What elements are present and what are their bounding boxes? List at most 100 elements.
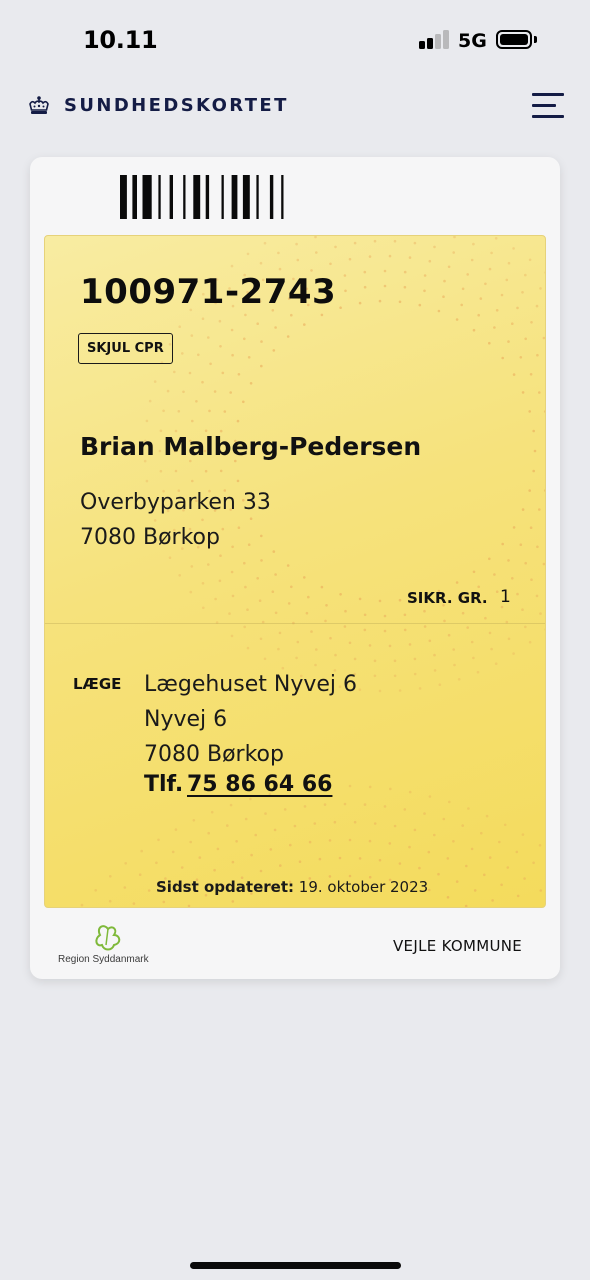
doctor-clinic: Lægehuset Nyvej 6 — [144, 672, 357, 697]
pattern-dot — [490, 647, 493, 651]
pattern-dot — [278, 267, 282, 271]
pattern-dot — [437, 309, 441, 313]
pattern-dot — [378, 299, 382, 303]
pattern-dot — [511, 577, 514, 580]
pattern-dot — [145, 479, 149, 483]
pattern-dot — [521, 291, 524, 294]
pattern-dot — [488, 856, 492, 859]
pattern-dot — [491, 899, 494, 902]
pattern-dot — [260, 364, 263, 368]
pattern-dot — [452, 840, 455, 843]
pattern-dot — [461, 824, 465, 827]
hide-cpr-button[interactable]: SKJUL CPR — [78, 333, 173, 364]
pattern-dot — [488, 557, 491, 561]
pattern-dot — [221, 527, 225, 531]
doctor-label: LÆGE — [73, 675, 122, 693]
pattern-dot — [353, 241, 357, 245]
health-card: 100971-2743 SKJUL CPR Brian Malberg-Pede… — [30, 157, 560, 979]
pattern-dot — [256, 322, 259, 325]
menu-icon[interactable] — [532, 93, 564, 119]
pattern-dot — [328, 839, 332, 842]
pattern-dot — [334, 245, 337, 249]
pattern-dot — [308, 840, 312, 844]
pattern-dot — [485, 814, 489, 818]
pattern-dot — [271, 590, 275, 593]
pattern-dot — [124, 862, 127, 865]
pattern-dot — [484, 282, 487, 286]
holder-name: Brian Malberg-Pedersen — [80, 432, 422, 461]
pattern-dot — [507, 559, 510, 562]
pattern-dot — [281, 666, 285, 670]
pattern-dot — [447, 633, 451, 637]
pattern-dot — [348, 874, 352, 878]
pattern-dot — [244, 313, 247, 317]
pattern-dot — [393, 824, 397, 828]
pattern-dot — [393, 674, 397, 678]
pattern-dot — [408, 643, 412, 646]
pattern-dot — [343, 802, 347, 806]
pattern-dot — [363, 285, 367, 289]
pattern-dot — [516, 592, 519, 596]
pattern-dot — [470, 847, 474, 851]
pattern-dot — [201, 582, 205, 585]
pattern-dot — [388, 644, 392, 648]
pattern-dot — [413, 241, 417, 245]
pattern-dot — [453, 663, 456, 667]
pattern-dot — [230, 634, 234, 638]
pattern-dot — [493, 326, 496, 329]
pattern-dot — [231, 860, 235, 864]
pattern-dot — [329, 262, 332, 266]
pattern-dot — [428, 795, 432, 798]
pattern-dot — [477, 585, 481, 589]
pattern-dot — [237, 373, 241, 376]
doctor-phone-link[interactable]: 75 86 64 66 — [187, 772, 332, 797]
pattern-dot — [197, 353, 200, 357]
pattern-dot — [320, 313, 324, 317]
pattern-dot — [521, 833, 525, 836]
pattern-dot — [539, 612, 542, 615]
pattern-dot — [484, 616, 487, 620]
pattern-dot — [296, 258, 300, 262]
pattern-dot — [438, 683, 442, 686]
pattern-dot — [378, 689, 382, 693]
pattern-dot — [488, 631, 492, 635]
pattern-dot — [307, 595, 310, 599]
pattern-dot — [476, 670, 480, 674]
pattern-dot — [461, 611, 465, 615]
pattern-dot — [138, 873, 142, 876]
pattern-dot — [512, 526, 516, 529]
pattern-dot — [363, 628, 367, 632]
pattern-dot — [403, 613, 407, 617]
pattern-dot — [249, 797, 252, 801]
pattern-dot — [303, 323, 306, 326]
pattern-dot — [373, 659, 377, 663]
pattern-dot — [512, 247, 515, 250]
pattern-dot — [204, 469, 208, 473]
pattern-dot — [213, 390, 217, 393]
pattern-dot — [339, 593, 342, 596]
pattern-dot — [533, 449, 537, 453]
pattern-dot — [188, 371, 192, 375]
pattern-dot — [289, 843, 292, 847]
pattern-dot — [538, 508, 541, 511]
pattern-dot — [524, 337, 527, 341]
pattern-dot — [501, 356, 505, 360]
pattern-dot — [408, 256, 412, 259]
pattern-dot — [272, 349, 276, 352]
pattern-dot — [218, 579, 222, 583]
pattern-dot — [286, 335, 290, 338]
pattern-dot — [223, 410, 227, 413]
pattern-dot — [515, 850, 519, 854]
pattern-dot — [488, 341, 491, 345]
pattern-dot — [219, 469, 223, 473]
pattern-dot — [279, 864, 282, 867]
pattern-dot — [94, 889, 97, 892]
pattern-dot — [244, 817, 248, 821]
pattern-dot — [437, 872, 440, 876]
pattern-dot — [216, 847, 220, 851]
pattern-dot — [358, 301, 362, 305]
pattern-dot — [389, 787, 392, 791]
pattern-dot — [427, 888, 431, 892]
pattern-dot — [423, 812, 426, 815]
pattern-dot — [264, 812, 267, 815]
